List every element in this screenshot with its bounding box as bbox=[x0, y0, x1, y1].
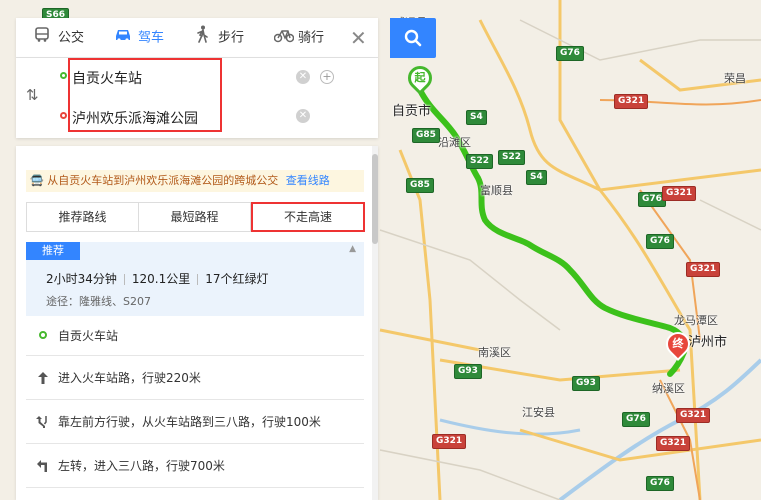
car-icon bbox=[114, 18, 132, 58]
map-label-rongchang: 荣昌 bbox=[724, 72, 746, 85]
road-shield-s4-2: S4 bbox=[526, 170, 547, 185]
inputs-highlight-box bbox=[68, 58, 222, 132]
road-shield-g321-4: G321 bbox=[676, 408, 711, 423]
tab-walk[interactable]: 步行 bbox=[194, 18, 244, 58]
road-shield-g76-3: G76 bbox=[646, 234, 674, 249]
road-shield-g85: G85 bbox=[412, 128, 440, 143]
route-panel: 公交 驾车 步行 骑行 ✕ ⇅ 自贡火车站 泸州欢乐派海滩公园 ✕ + ✕ 🚍 … bbox=[16, 18, 436, 500]
scroll-thumb[interactable] bbox=[372, 154, 378, 244]
origin-dot-icon bbox=[60, 72, 67, 79]
list-item-step[interactable]: 进入火车站路，行驶220米 bbox=[26, 356, 364, 400]
clear-destination-icon[interactable]: ✕ bbox=[296, 109, 310, 123]
straight-arrow-icon bbox=[36, 356, 50, 400]
map-city-luzhou: 泸州市 bbox=[688, 335, 728, 350]
route-via: 途径：隆雅线、S207 bbox=[46, 295, 151, 308]
tab-drive-label: 驾车 bbox=[138, 30, 165, 46]
map-label-jiangan: 江安县 bbox=[522, 406, 555, 419]
road-shield-g85-2: G85 bbox=[406, 178, 434, 193]
road-shield-s22-2: S22 bbox=[498, 150, 526, 165]
end-pin-icon[interactable]: 终 bbox=[661, 327, 695, 362]
list-item-step[interactable]: 自贡火车站 bbox=[26, 316, 364, 356]
bus-tip-icon: 🚍 bbox=[30, 174, 44, 187]
bike-icon bbox=[273, 18, 295, 58]
destination-dot-icon bbox=[60, 112, 67, 119]
map-label-longmatan: 龙马潭区 bbox=[674, 314, 718, 327]
route-inputs: ⇅ 自贡火车站 泸州欢乐派海滩公园 ✕ + ✕ bbox=[16, 58, 378, 138]
road-shield-g321: G321 bbox=[614, 94, 649, 109]
add-waypoint-icon[interactable]: + bbox=[320, 70, 334, 84]
results-scrollbar[interactable] bbox=[372, 146, 378, 500]
road-shield-g93: G93 bbox=[454, 364, 482, 379]
collapse-caret-icon[interactable]: ▲ bbox=[349, 244, 356, 254]
map-label-nanxi: 南溪区 bbox=[478, 346, 511, 359]
map-label-naxi: 纳溪区 bbox=[652, 382, 685, 395]
tab-bus-label: 公交 bbox=[58, 30, 85, 46]
map-label-yantan: 沿滩区 bbox=[438, 136, 471, 149]
road-shield-g321-5: G321 bbox=[656, 436, 691, 451]
swap-icon[interactable]: ⇅ bbox=[26, 86, 39, 104]
tab-drive[interactable]: 驾车 bbox=[114, 18, 164, 58]
keep-left-icon bbox=[36, 400, 50, 444]
recommended-route-card[interactable]: 推荐 ▲ 2小时34分钟 120.1公里 17个红绿灯 途径：隆雅线、S207 bbox=[26, 242, 364, 316]
route-results: 🚍 从自贡火车站到泸州欢乐派海滩公园的跨城公交 查看线路 推荐路线 最短路程 不… bbox=[16, 146, 378, 500]
tab-bike[interactable]: 骑行 bbox=[273, 18, 325, 58]
map-city-zigong: 自贡市 bbox=[392, 104, 432, 119]
route-distance: 120.1公里 bbox=[131, 272, 191, 286]
search-icon bbox=[404, 29, 422, 47]
start-ring-icon bbox=[36, 316, 50, 356]
search-button[interactable] bbox=[390, 18, 436, 58]
view-lines-link[interactable]: 查看线路 bbox=[286, 174, 330, 187]
clear-origin-icon[interactable]: ✕ bbox=[296, 70, 310, 84]
route-option-tabs: 推荐路线 最短路程 不走高速 bbox=[26, 202, 365, 232]
road-shield-s4: S4 bbox=[466, 110, 487, 125]
road-shield-s22: S22 bbox=[466, 154, 494, 169]
road-shield-g321-2: G321 bbox=[662, 186, 697, 201]
map-label-fushun: 富顺县 bbox=[480, 184, 513, 197]
road-shield-g76: G76 bbox=[556, 46, 584, 61]
start-pin-icon[interactable]: 起 bbox=[403, 61, 437, 96]
tab-bus[interactable]: 公交 bbox=[34, 18, 84, 58]
tab-recommended-route[interactable]: 推荐路线 bbox=[27, 203, 139, 231]
route-duration: 2小时34分钟 bbox=[46, 272, 117, 286]
turn-left-icon bbox=[36, 444, 50, 488]
transport-mode-bar: 公交 驾车 步行 骑行 ✕ bbox=[16, 18, 378, 58]
road-shield-g76-4: G76 bbox=[622, 412, 650, 427]
road-shield-g321-3: G321 bbox=[686, 262, 721, 277]
tab-bike-label: 骑行 bbox=[298, 30, 325, 46]
tab-shortest-route[interactable]: 最短路程 bbox=[139, 203, 251, 231]
route-stats: 2小时34分钟 120.1公里 17个红绿灯 bbox=[46, 270, 269, 287]
list-item-step[interactable]: 靠左前方行驶，从火车站路到三八路，行驶100米 bbox=[26, 400, 364, 444]
list-item-step[interactable]: 左转，进入三八路，行驶700米 bbox=[26, 444, 364, 488]
bus-icon bbox=[34, 18, 52, 58]
walk-icon bbox=[194, 18, 212, 58]
route-traffic-lights: 17个红绿灯 bbox=[205, 272, 269, 286]
road-shield-g26: G321 bbox=[432, 434, 467, 449]
close-icon[interactable]: ✕ bbox=[350, 28, 367, 48]
road-shield-g93-2: G93 bbox=[572, 376, 600, 391]
tab-no-highway[interactable]: 不走高速 bbox=[251, 202, 365, 232]
recommended-badge: 推荐 bbox=[26, 242, 80, 260]
cross-city-bus-tip: 🚍 从自贡火车站到泸州欢乐派海滩公园的跨城公交 查看线路 bbox=[26, 170, 364, 192]
road-shield-g76-5: G76 bbox=[646, 476, 674, 491]
bus-tip-text: 从自贡火车站到泸州欢乐派海滩公园的跨城公交 bbox=[47, 174, 279, 187]
tab-walk-label: 步行 bbox=[218, 30, 245, 46]
